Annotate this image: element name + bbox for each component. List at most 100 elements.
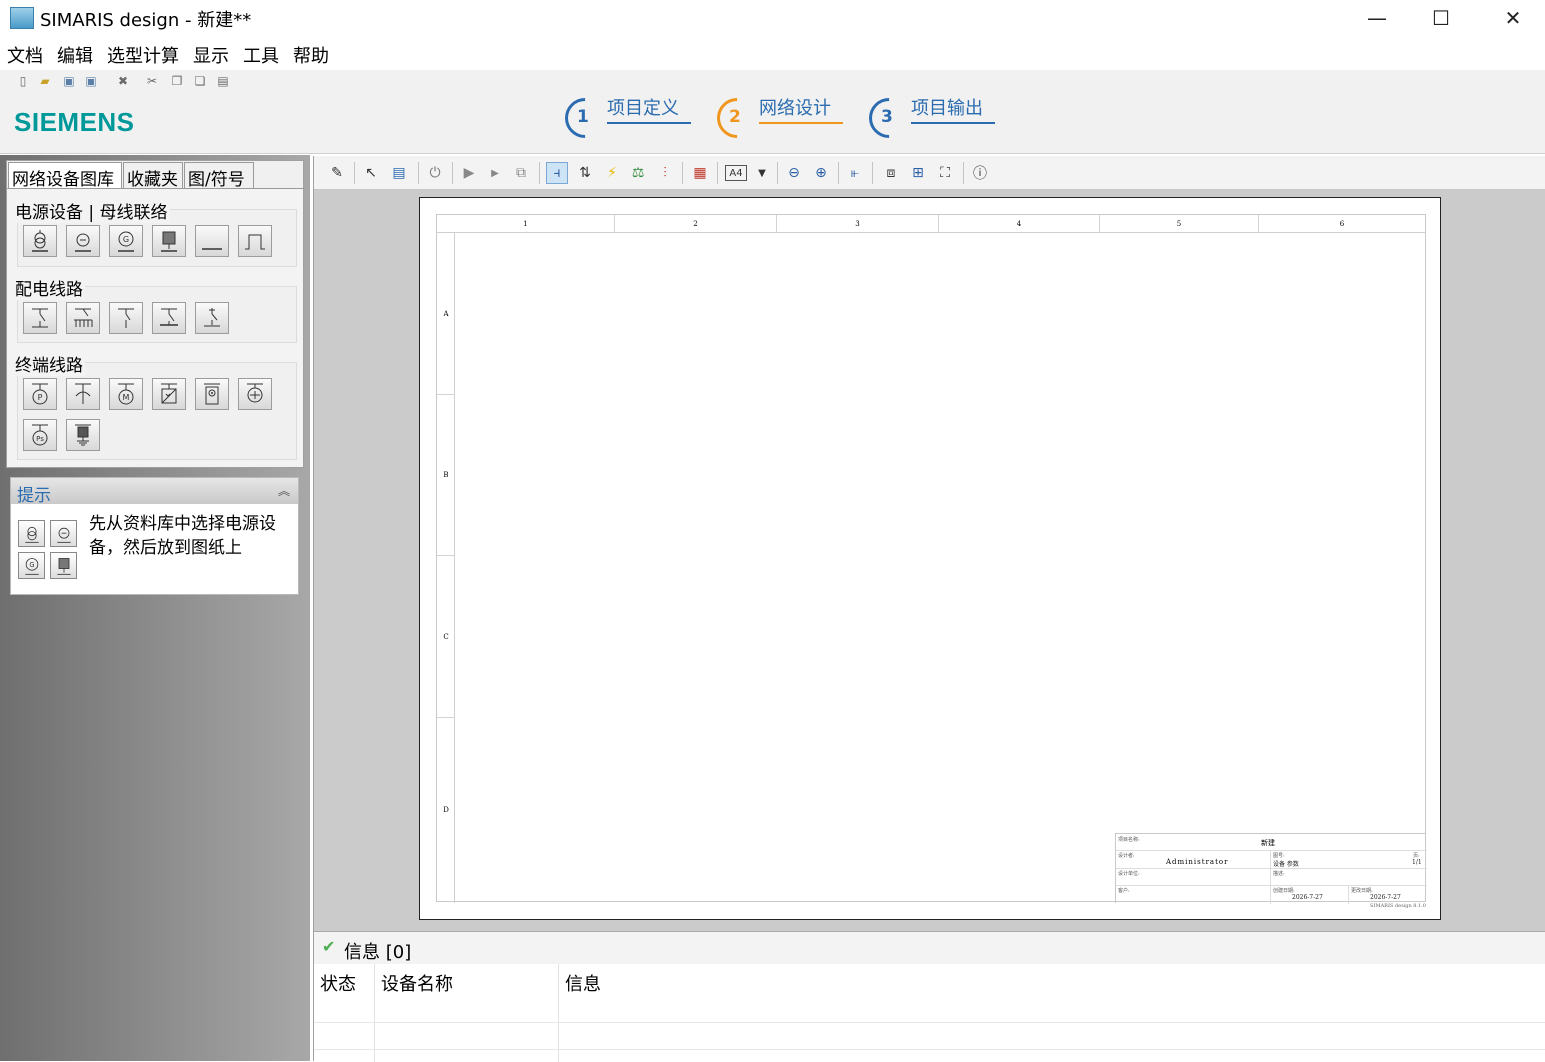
balance-icon[interactable]: ⚖ [627,162,649,184]
library-body: 电源设备 | 母线联络 G 配电线路 终端线路 P M Ps [7,188,303,467]
copy-alt-icon[interactable]: ❏ [193,74,207,88]
insert-feeder-icon[interactable]: ⫞ [546,162,568,184]
menu-calculation[interactable]: 选型计算 [107,42,179,68]
drawing-frame: 1 2 3 4 5 6 A B C D 项目名称: 新建 设计者: Admini… [436,214,1427,904]
hint-panel: 提示 ︽ G 先从资料库中选择电源设备，然后放到图纸上 [10,477,299,595]
busway-icon[interactable] [66,302,100,334]
load-ps-icon[interactable]: Ps [23,419,57,451]
table-row-divider [314,1022,1545,1023]
info-title: 信息 [0] [344,942,412,963]
transformer-alt-icon [50,520,77,547]
column-header-message[interactable]: 信息 [565,970,601,996]
align-left-icon[interactable]: ⫦ [844,162,866,184]
info-header[interactable]: ✔ 信息 [0] [314,932,1545,964]
menu-view[interactable]: 显示 [193,42,229,68]
delete-icon[interactable]: ✖ [116,74,130,88]
open-folder-icon[interactable]: ▰ [38,74,52,88]
select-window-icon[interactable]: ▤ [388,162,410,184]
menu-help[interactable]: 帮助 [293,42,329,68]
pointer-icon[interactable]: ↖ [360,162,382,184]
generator-icon[interactable]: G [109,225,143,257]
save-icon[interactable]: ▣ [62,74,76,88]
toolbar-separator [682,162,683,184]
row-label: A [437,233,455,395]
step-network-design[interactable]: 2 网络设计 [708,89,847,147]
hint-title: 提示 [17,486,51,506]
info-icon[interactable]: ⓘ [969,162,991,184]
close-button[interactable]: ✕ [1490,0,1536,36]
sub-distribution-icon[interactable] [152,302,186,334]
save-all-icon[interactable]: ▣ [84,74,98,88]
paste-icon[interactable]: ▤ [216,74,230,88]
lightning-icon[interactable]: ⚡ [601,162,623,184]
tree-icon[interactable]: ⧉ [510,162,532,184]
distribution-icon[interactable] [23,302,57,334]
tab-symbols[interactable]: 图/符号 [184,162,254,190]
toolbar-separator [963,162,964,184]
motor-icon[interactable]: M [109,378,143,410]
minimize-button[interactable]: — [1354,0,1400,36]
svg-text:P: P [38,393,43,402]
group-title: 电源设备 | 母线联络 [13,198,170,223]
chevron-down-icon[interactable]: ▼ [751,162,773,184]
designer-value: Administrator [1166,858,1229,866]
collapse-icon[interactable]: ︽ [278,482,290,499]
new-file-icon[interactable]: ▯ [16,74,30,88]
transformer-icon[interactable] [23,225,57,257]
zoom-in-icon[interactable]: ⊕ [810,162,832,184]
load-icon[interactable] [66,378,100,410]
equipment-icon[interactable] [238,378,272,410]
column-label: 3 [777,215,939,233]
toolbar-separator [777,162,778,184]
generator-icon: G [18,552,45,579]
column-label: 1 [437,215,615,233]
coupler-icon[interactable] [238,225,272,257]
column-label: 2 [615,215,777,233]
menu-tools[interactable]: 工具 [243,42,279,68]
charger-icon[interactable] [195,378,229,410]
page-size-icon[interactable]: A4 [725,165,747,181]
transformer-alt-icon[interactable] [66,225,100,257]
cable-feeder-icon[interactable] [109,302,143,334]
step-icon[interactable]: ▶ [484,162,506,184]
copy-icon[interactable]: ❐ [170,74,184,88]
step-project-output[interactable]: 3 项目输出 [860,89,999,147]
step-project-definition[interactable]: 1 项目定义 [556,89,695,147]
device-library: 网络设备图库 收藏夹 图/符号 电源设备 | 母线联络 G 配电线路 终端线路 [6,160,304,468]
column-header-device-name[interactable]: 设备名称 [381,970,453,996]
fit-page-icon[interactable]: ⛶ [934,162,956,184]
toolbar-separator [418,162,419,184]
power-icon[interactable]: ⏻ [424,162,446,184]
maximize-button[interactable]: ☐ [1418,0,1464,36]
zoom-out-icon[interactable]: ⊖ [783,162,805,184]
toolbar-separator [354,162,355,184]
drawing-sheet[interactable]: 1 2 3 4 5 6 A B C D 项目名称: 新建 设计者: Admini… [419,197,1441,920]
load-p-icon[interactable]: P [23,378,57,410]
column-header-status[interactable]: 状态 [320,970,356,996]
play-icon[interactable]: ▶ [458,162,480,184]
svg-text:Ps: Ps [36,435,44,443]
menu-edit[interactable]: 编辑 [57,42,93,68]
arrows-updown-icon[interactable]: ⇅ [574,162,596,184]
row-label: D [443,806,449,814]
hint-header[interactable]: 提示 ︽ [11,478,298,506]
switch-feeder-icon[interactable] [195,302,229,334]
group-final-circuits [17,362,297,460]
column-label: 4 [939,215,1100,233]
ground-load-icon[interactable] [66,419,100,451]
menu-document[interactable]: 文档 [7,42,43,68]
group-title: 配电线路 [13,275,85,300]
row-label: C [437,556,455,718]
cut-icon[interactable]: ✂ [145,74,159,88]
busbar-icon[interactable] [195,225,229,257]
info-table: 状态 设备名称 信息 [314,964,1545,1062]
ups-icon[interactable] [152,225,186,257]
zoom-select-icon[interactable]: ⧈ [880,162,902,184]
pin-icon[interactable]: ✎ [326,162,348,184]
color-grid-icon[interactable]: ▦ [689,162,711,184]
layout-icon[interactable]: ⊞ [907,162,929,184]
tab-favorites[interactable]: 收藏夹 [123,162,183,190]
check-list-icon[interactable]: ⫶ [654,162,676,184]
capacitor-icon[interactable] [152,378,186,410]
tab-device-library[interactable]: 网络设备图库 [8,162,122,190]
